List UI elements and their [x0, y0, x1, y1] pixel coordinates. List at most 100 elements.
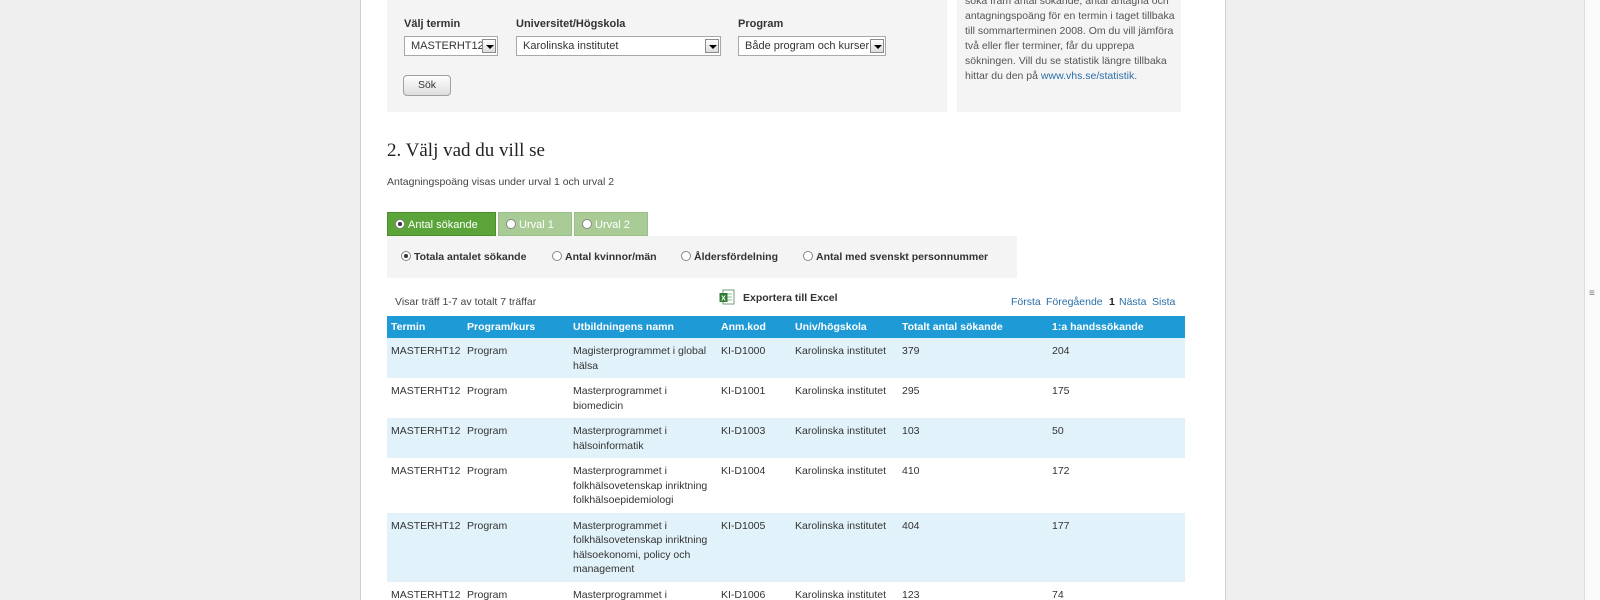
table-cell: 177: [1048, 512, 1185, 582]
table-cell: 404: [898, 512, 1048, 582]
table-cell: Karolinska institutet: [791, 378, 898, 418]
table-row: MASTERHT12 Program Masterprogrammet i fo…: [387, 512, 1185, 582]
table-cell: 204: [1048, 338, 1185, 378]
export-label: Exportera till Excel: [743, 292, 838, 304]
table-cell: MASTERHT12: [387, 458, 463, 513]
export-excel-button[interactable]: X Exportera till Excel: [719, 289, 838, 305]
university-label: Universitet/Högskola: [516, 18, 626, 30]
info-trailing: .: [1134, 70, 1138, 82]
table-cell: KI-D1005: [717, 512, 791, 582]
table-row: MASTERHT12 Program Magisterprogrammet i …: [387, 338, 1185, 378]
program-select-value: Både program och kurser: [745, 40, 870, 52]
table-cell: Karolinska institutet: [791, 512, 898, 582]
table-cell: Program: [463, 378, 569, 418]
column-header[interactable]: Totalt antal sökande: [898, 316, 1048, 338]
info-panel: söka fram antal sökande, antal antagna o…: [957, 0, 1181, 112]
table-cell: KI-D1004: [717, 458, 791, 513]
table-cell: 379: [898, 338, 1048, 378]
table-cell: Masterprogrammet i biomedicin: [569, 378, 717, 418]
column-header[interactable]: Termin: [387, 316, 463, 338]
table-cell: Program: [463, 512, 569, 582]
tab-antal-sokande[interactable]: Antal sökande: [387, 212, 496, 236]
pager-next[interactable]: Nästa: [1119, 296, 1146, 308]
radio-icon: [401, 251, 411, 261]
table-cell: Masterprogrammet i: [569, 581, 717, 600]
table-cell: Program: [463, 581, 569, 600]
table-cell: 172: [1048, 458, 1185, 513]
results-table: Termin Program/kurs Utbildningens namn A…: [387, 316, 1185, 600]
table-cell: Karolinska institutet: [791, 418, 898, 458]
column-header[interactable]: Anm.kod: [717, 316, 791, 338]
section-subtext: Antagningspoäng visas under urval 1 och …: [387, 176, 615, 188]
option-kvinnor-man[interactable]: Antal kvinnor/män: [552, 251, 657, 263]
radio-icon: [582, 219, 592, 229]
table-cell: Magisterprogrammet i global hälsa: [569, 338, 717, 378]
table-cell: KI-D1000: [717, 338, 791, 378]
table-row: MASTERHT12 Program Masterprogrammet i hä…: [387, 418, 1185, 458]
table-cell: Program: [463, 458, 569, 513]
option-svenskt-personnummer[interactable]: Antal med svenskt personnummer: [803, 251, 988, 263]
university-select-value: Karolinska institutet: [523, 40, 619, 52]
pager-previous[interactable]: Föregående: [1046, 296, 1103, 308]
table-cell: 175: [1048, 378, 1185, 418]
table-cell: Masterprogrammet i folkhälsovetenskap in…: [569, 512, 717, 582]
table-cell: MASTERHT12: [387, 581, 463, 600]
table-cell: 123: [898, 581, 1048, 600]
results-count: Visar träff 1-7 av totalt 7 träffar: [395, 296, 537, 308]
tab-urval-1[interactable]: Urval 1: [498, 212, 572, 236]
radio-icon: [506, 219, 516, 229]
section-title: 2. Välj vad du vill se: [387, 140, 545, 161]
table-cell: 50: [1048, 418, 1185, 458]
table-cell: KI-D1006: [717, 581, 791, 600]
term-select-value: MASTERHT12: [411, 40, 484, 52]
table-row: MASTERHT12 Program Masterprogrammet i fo…: [387, 458, 1185, 513]
tab-label: Antal sökande: [408, 219, 478, 231]
table-cell: 74: [1048, 581, 1185, 600]
table-cell: 410: [898, 458, 1048, 513]
table-cell: Karolinska institutet: [791, 458, 898, 513]
table-row: MASTERHT12 Program Masterprogrammet i bi…: [387, 378, 1185, 418]
table-cell: MASTERHT12: [387, 512, 463, 582]
table-cell: KI-D1001: [717, 378, 791, 418]
chevron-down-icon: [870, 39, 884, 53]
search-panel: Välj termin MASTERHT12 Universitet/Högsk…: [387, 0, 947, 112]
column-header[interactable]: 1:a handssökande: [1048, 316, 1185, 338]
search-button[interactable]: Sök: [403, 75, 451, 96]
statistics-link[interactable]: www.vhs.se/statistik: [1041, 70, 1134, 82]
table-cell: MASTERHT12: [387, 418, 463, 458]
university-select[interactable]: Karolinska institutet: [516, 36, 721, 56]
window-scrollbar[interactable]: ≡: [1584, 0, 1600, 600]
option-totala-antalet[interactable]: Totala antalet sökande: [401, 251, 526, 263]
option-label: Åldersfördelning: [694, 251, 779, 263]
table-cell: MASTERHT12: [387, 378, 463, 418]
radio-icon: [803, 251, 813, 261]
table-row: MASTERHT12 Program Masterprogrammet i KI…: [387, 581, 1185, 600]
table-header-row: Termin Program/kurs Utbildningens namn A…: [387, 316, 1185, 338]
column-header[interactable]: Program/kurs: [463, 316, 569, 338]
table-cell: Masterprogrammet i hälsoinformatik: [569, 418, 717, 458]
option-label: Antal med svenskt personnummer: [816, 251, 989, 263]
option-label: Antal kvinnor/män: [565, 251, 657, 263]
column-header[interactable]: Utbildningens namn: [569, 316, 717, 338]
options-bar: Totala antalet sökande Antal kvinnor/män…: [387, 236, 1017, 278]
program-select[interactable]: Både program och kurser: [738, 36, 886, 56]
table-cell: Program: [463, 418, 569, 458]
tab-urval-2[interactable]: Urval 2: [574, 212, 648, 236]
table-cell: Program: [463, 338, 569, 378]
column-header[interactable]: Univ/högskola: [791, 316, 898, 338]
table-cell: Karolinska institutet: [791, 338, 898, 378]
term-select[interactable]: MASTERHT12: [404, 36, 498, 56]
table-cell: Karolinska institutet: [791, 581, 898, 600]
tab-label: Urval 2: [595, 219, 630, 231]
excel-icon: X: [719, 289, 735, 305]
radio-icon: [395, 219, 405, 229]
pager-first[interactable]: Första: [1011, 296, 1041, 308]
table-cell: MASTERHT12: [387, 338, 463, 378]
table-cell: KI-D1003: [717, 418, 791, 458]
option-label: Totala antalet sökande: [414, 251, 527, 263]
pager-last[interactable]: Sista: [1152, 296, 1175, 308]
svg-text:X: X: [721, 296, 726, 303]
grip-icon: ≡: [1589, 288, 1595, 299]
option-aldersfordelning[interactable]: Åldersfördelning: [681, 251, 778, 263]
term-label: Välj termin: [404, 18, 461, 30]
